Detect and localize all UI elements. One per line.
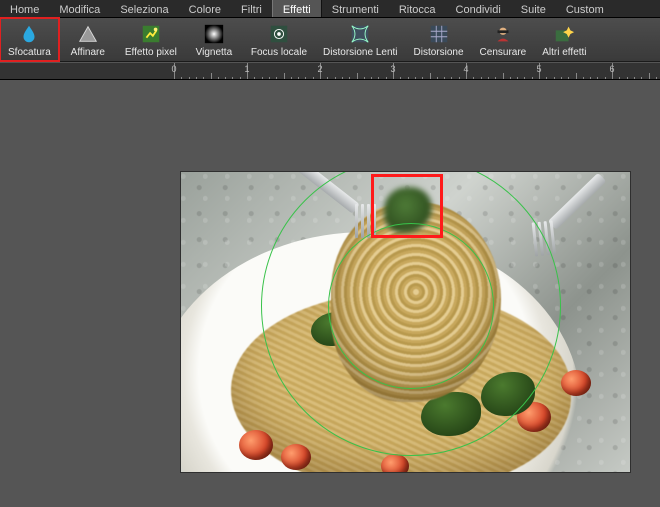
menu-item-colore[interactable]: Colore — [179, 0, 231, 17]
tool-distorsione-lenti[interactable]: Distorsione Lenti — [315, 18, 405, 61]
tool-censurare[interactable]: Censurare — [472, 18, 535, 61]
tool-label: Focus locale — [251, 47, 307, 58]
censor-icon — [491, 22, 515, 46]
image-content — [181, 172, 630, 472]
tool-label: Altri effetti — [542, 47, 586, 58]
ruler-label: 5 — [536, 64, 541, 74]
pixel-icon — [139, 22, 163, 46]
canvas-area[interactable] — [0, 80, 660, 507]
ruler-label: 0 — [171, 64, 176, 74]
highlight-rectangle — [371, 174, 443, 238]
menu-item-filtri[interactable]: Filtri — [231, 0, 272, 17]
ruler-label: 1 — [244, 64, 249, 74]
ruler-label: 3 — [390, 64, 395, 74]
tool-label: Effetto pixel — [125, 47, 177, 58]
tool-sfocatura[interactable]: Sfocatura — [0, 18, 59, 61]
menu-item-ritocca[interactable]: Ritocca — [389, 0, 446, 17]
menu-bar: HomeModificaSelezionaColoreFiltriEffetti… — [0, 0, 660, 18]
menu-item-suite[interactable]: Suite — [511, 0, 556, 17]
menu-item-condividi[interactable]: Condividi — [446, 0, 511, 17]
image-canvas[interactable] — [181, 172, 630, 472]
tool-label: Distorsione — [414, 47, 464, 58]
tool-affinare[interactable]: Affinare — [59, 18, 117, 61]
menu-item-strumenti[interactable]: Strumenti — [322, 0, 389, 17]
lens-icon — [348, 22, 372, 46]
tool-focus-locale[interactable]: Focus locale — [243, 18, 315, 61]
ruler-label: 6 — [609, 64, 614, 74]
drop-icon — [17, 22, 41, 46]
tool-label: Sfocatura — [8, 47, 51, 58]
vignette-icon — [202, 22, 226, 46]
menu-item-effetti[interactable]: Effetti — [272, 0, 322, 17]
menu-item-custom[interactable]: Custom — [556, 0, 614, 17]
grid-icon — [427, 22, 451, 46]
ruler-label: 4 — [463, 64, 468, 74]
tool-label: Censurare — [480, 47, 527, 58]
tool-vignetta[interactable]: Vignetta — [185, 18, 243, 61]
tool-label: Vignetta — [196, 47, 233, 58]
sparkle-icon — [552, 22, 576, 46]
menu-item-modifica[interactable]: Modifica — [49, 0, 110, 17]
tool-effetto-pixel[interactable]: Effetto pixel — [117, 18, 185, 61]
tool-label: Affinare — [71, 47, 105, 58]
tool-label: Distorsione Lenti — [323, 47, 397, 58]
tool-altri-effetti[interactable]: Altri effetti — [534, 18, 594, 61]
horizontal-ruler: 0 1 2 3 4 5 6 — [0, 62, 660, 80]
ruler-label: 2 — [317, 64, 322, 74]
triangle-icon — [76, 22, 100, 46]
menu-item-home[interactable]: Home — [0, 0, 49, 17]
menu-item-seleziona[interactable]: Seleziona — [110, 0, 178, 17]
tool-distorsione[interactable]: Distorsione — [406, 18, 472, 61]
focus-icon — [267, 22, 291, 46]
effects-toolbar: Sfocatura Affinare Effetto pixel Vignetta Fo… — [0, 18, 660, 62]
